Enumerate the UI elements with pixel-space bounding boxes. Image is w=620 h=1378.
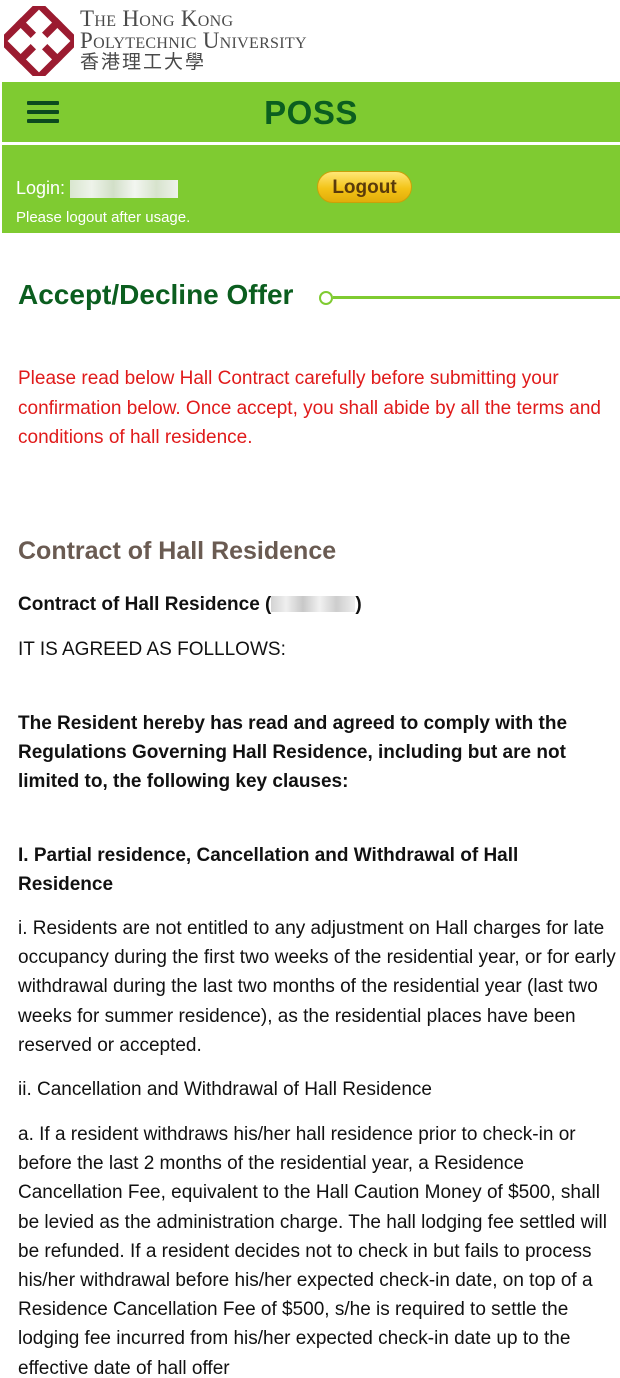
university-name-chinese: 香港理工大學	[80, 52, 207, 73]
university-header: The Hong Kong Polytechnic University 香港理…	[0, 0, 620, 82]
contract-subtitle-prefix: Contract of Hall Residence (	[18, 594, 272, 615]
login-bar: Login: Logout Please logout after usage.	[2, 145, 620, 233]
polyu-logo-icon	[4, 6, 74, 76]
app-title: POSS	[264, 94, 358, 131]
university-name-line2: Polytechnic University	[80, 28, 307, 53]
resident-statement: The Resident hereby has read and agreed …	[18, 713, 568, 793]
agreed-statement: IT IS AGREED AS FOLLLOWS:	[18, 639, 286, 660]
title-dot-icon	[319, 291, 333, 305]
university-name-line1: The Hong Kong	[80, 6, 234, 31]
contract-subtitle-suffix: )	[355, 594, 362, 615]
page: The Hong Kong Polytechnic University 香港理…	[0, 0, 620, 1378]
section-1-title: I. Partial residence, Cancellation and W…	[18, 845, 519, 896]
login-label: Login:	[16, 178, 66, 198]
contract-id-redacted	[271, 596, 356, 612]
logout-button[interactable]: Logout	[317, 171, 412, 203]
warning-message: Please read below Hall Contract carefull…	[18, 368, 601, 448]
contract-subtitle: Contract of Hall Residence ()	[18, 590, 618, 619]
app-title-bar: POSS	[2, 82, 620, 142]
clause-i: i. Residents are not entitled to any adj…	[18, 918, 616, 1056]
title-decoration	[319, 289, 620, 307]
contract-heading: Contract of Hall Residence	[18, 537, 337, 565]
hamburger-menu-icon[interactable]	[24, 96, 64, 128]
title-rule	[333, 296, 620, 299]
login-username-redacted	[70, 180, 178, 198]
university-name: The Hong Kong Polytechnic University 香港理…	[80, 6, 307, 74]
logout-hint: Please logout after usage.	[16, 209, 191, 226]
clause-a: a. If a resident withdraws his/her hall …	[18, 1124, 607, 1378]
page-title: Accept/Decline Offer	[18, 279, 294, 310]
clause-ii: ii. Cancellation and Withdrawal of Hall …	[18, 1079, 432, 1100]
